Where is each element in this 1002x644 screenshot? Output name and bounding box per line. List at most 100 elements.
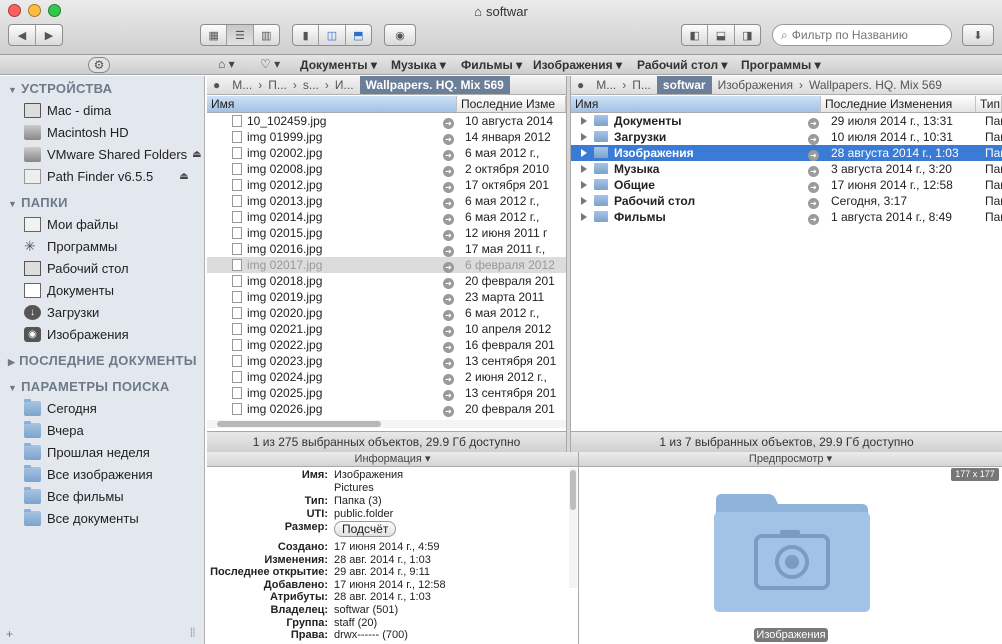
reveal-arrow-icon[interactable]: ➜ — [443, 177, 457, 193]
sidebar-item-applications[interactable]: ✳ Программы — [24, 236, 204, 256]
sidebar-item-pictures[interactable]: ◉ Изображения — [24, 324, 204, 344]
favbar-item-pictures[interactable]: Изображения ▾ — [533, 58, 622, 72]
folder-row[interactable]: Документы ➜ 29 июля 2014 г., 13:31 Пап — [571, 113, 1002, 129]
sidebar-section-recent-documents[interactable]: ▶ ПОСЛЕДНИЕ ДОКУМЕНТЫ — [8, 353, 197, 368]
reveal-arrow-icon[interactable]: ➜ — [443, 385, 457, 401]
file-row[interactable]: img 02016.jpg ➜ 17 мая 2011 г., — [207, 241, 566, 257]
file-row[interactable]: 10_102459.jpg ➜ 10 августа 2014 — [207, 113, 566, 129]
sidebar-item-last-week[interactable]: Прошлая неделя — [24, 442, 204, 462]
sidebar-section-devices[interactable]: ▼ УСТРОЙСТВА — [8, 81, 112, 96]
disclosure-triangle-icon[interactable] — [581, 145, 591, 161]
favbar-item-music[interactable]: Музыка ▾ — [391, 58, 446, 72]
quick-look-button[interactable]: ◉ — [384, 24, 416, 46]
eject-icon[interactable]: ⏏ — [192, 149, 201, 160]
calculate-size-button[interactable]: Подсчёт — [334, 521, 397, 537]
column-view-button[interactable]: ▥ — [254, 25, 279, 45]
path-crumb-current[interactable]: softwar — [656, 76, 712, 94]
file-row[interactable]: img 02023.jpg ➜ 13 сентября 201 — [207, 353, 566, 369]
reveal-arrow-icon[interactable]: ➜ — [443, 401, 457, 417]
file-row[interactable]: img 02022.jpg ➜ 16 февраля 201 — [207, 337, 566, 353]
resize-handle-icon[interactable]: || — [190, 627, 195, 638]
list-view-button[interactable]: ☰ — [227, 25, 254, 45]
download-button[interactable]: ⬇ — [962, 24, 994, 46]
sidebar-item-all-documents[interactable]: Все документы — [24, 508, 204, 528]
file-row[interactable]: img 02008.jpg ➜ 2 октября 2010 — [207, 161, 566, 177]
left-drawer-button[interactable]: ◧ — [682, 25, 709, 45]
scroll-thumb[interactable] — [570, 470, 576, 510]
reveal-arrow-icon[interactable]: ➜ — [443, 273, 457, 289]
sidebar-item-downloads[interactable]: ↓ Загрузки — [24, 302, 204, 322]
file-row[interactable]: img 02020.jpg ➜ 6 мая 2012 г., — [207, 305, 566, 321]
path-crumb[interactable]: s... — [297, 76, 325, 94]
folder-row[interactable]: Загрузки ➜ 10 июля 2014 г., 10:31 Пап — [571, 129, 1002, 145]
disclosure-triangle-icon[interactable] — [581, 193, 591, 209]
file-row[interactable]: img 02013.jpg ➜ 6 мая 2012 г., — [207, 193, 566, 209]
path-crumb[interactable]: П... — [626, 76, 657, 94]
reveal-arrow-icon[interactable]: ➜ — [443, 161, 457, 177]
file-row[interactable]: img 02019.jpg ➜ 23 марта 2011 — [207, 289, 566, 305]
reveal-arrow-icon[interactable]: ➜ — [443, 321, 457, 337]
back-button[interactable]: ◀ — [9, 25, 36, 45]
file-row[interactable]: img 02021.jpg ➜ 10 апреля 2012 — [207, 321, 566, 337]
filter-input[interactable] — [791, 28, 942, 42]
reveal-arrow-icon[interactable]: ➜ — [808, 129, 822, 145]
path-crumb[interactable]: Wallpapers. HQ. Mix 569 — [803, 76, 948, 94]
column-header-name[interactable]: Имя — [207, 96, 457, 112]
file-row[interactable]: img 02002.jpg ➜ 6 мая 2012 г., — [207, 145, 566, 161]
eject-icon[interactable]: ⏏ — [179, 171, 188, 182]
action-gear-button[interactable]: ⚙ — [88, 57, 110, 73]
sidebar-item-vmware-shared[interactable]: VMware Shared Folders ⏏ — [24, 144, 204, 164]
folder-row[interactable]: Общие ➜ 17 июня 2014 г., 12:58 Пап — [571, 177, 1002, 193]
file-row[interactable]: img 02024.jpg ➜ 2 июня 2012 г., — [207, 369, 566, 385]
sidebar-item-path-finder[interactable]: Path Finder v6.5.5 ⏏ — [24, 166, 204, 186]
reveal-arrow-icon[interactable]: ➜ — [443, 337, 457, 353]
single-pane-button[interactable]: ▮ — [293, 25, 320, 45]
reveal-arrow-icon[interactable]: ➜ — [808, 161, 822, 177]
file-row[interactable]: img 02025.jpg ➜ 13 сентября 201 — [207, 385, 566, 401]
folder-row[interactable]: Изображения ➜ 28 августа 2014 г., 1:03 Пап — [571, 145, 1002, 161]
sidebar-item-today[interactable]: Сегодня — [24, 398, 204, 418]
reveal-arrow-icon[interactable]: ➜ — [443, 241, 457, 257]
favbar-item-movies[interactable]: Фильмы ▾ — [461, 58, 522, 72]
reveal-arrow-icon[interactable]: ➜ — [443, 209, 457, 225]
left-horizontal-scrollbar[interactable] — [207, 420, 566, 428]
path-crumb[interactable]: М... — [590, 76, 622, 94]
file-row[interactable]: img 02017.jpg ➜ 6 февраля 2012 — [207, 257, 566, 273]
home-favorite-button[interactable]: ⌂ ▾ — [218, 57, 235, 71]
sidebar-item-macintosh-hd[interactable]: Macintosh HD — [24, 122, 204, 142]
dual-pane-horizontal-button[interactable]: ⬒ — [346, 25, 371, 45]
info-scrollbar[interactable] — [569, 468, 577, 588]
file-row[interactable]: img 02014.jpg ➜ 6 мая 2012 г., — [207, 209, 566, 225]
reveal-arrow-icon[interactable]: ➜ — [443, 369, 457, 385]
path-crumb[interactable]: П... — [262, 76, 293, 94]
reveal-arrow-icon[interactable]: ➜ — [808, 177, 822, 193]
file-row[interactable]: img 02015.jpg ➜ 12 июня 2011 г — [207, 225, 566, 241]
file-row[interactable]: img 02026.jpg ➜ 20 февраля 201 — [207, 401, 566, 417]
sidebar-section-folders[interactable]: ▼ ПАПКИ — [8, 195, 68, 210]
reveal-arrow-icon[interactable]: ➜ — [443, 193, 457, 209]
reveal-arrow-icon[interactable]: ➜ — [443, 289, 457, 305]
column-header-type[interactable]: Тип — [976, 96, 1002, 112]
sidebar-item-my-files[interactable]: Мои файлы — [24, 214, 204, 234]
folder-row[interactable]: Музыка ➜ 3 августа 2014 г., 3:20 Пап — [571, 161, 1002, 177]
path-crumb[interactable]: Изображения — [712, 76, 799, 94]
file-row[interactable]: img 01999.jpg ➜ 14 января 2012 — [207, 129, 566, 145]
bottom-drawer-button[interactable]: ⬓ — [708, 25, 735, 45]
reveal-arrow-icon[interactable]: ➜ — [443, 225, 457, 241]
favbar-item-desktop[interactable]: Рабочий стол ▾ — [637, 58, 727, 72]
sidebar-item-mac[interactable]: Mac - dima — [24, 100, 204, 120]
folder-row[interactable]: Рабочий стол ➜ Сегодня, 3:17 Пап — [571, 193, 1002, 209]
reveal-arrow-icon[interactable]: ➜ — [443, 113, 457, 129]
disclosure-triangle-icon[interactable] — [581, 129, 591, 145]
disclosure-triangle-icon[interactable] — [581, 161, 591, 177]
reveal-arrow-icon[interactable]: ➜ — [808, 193, 822, 209]
apple-icon[interactable]: ● — [207, 76, 226, 94]
sidebar-item-all-movies[interactable]: Все фильмы — [24, 486, 204, 506]
column-header-modified[interactable]: Последние Изме — [457, 96, 566, 112]
reveal-arrow-icon[interactable]: ➜ — [808, 145, 822, 161]
favorites-heart-button[interactable]: ♡ ▾ — [260, 57, 280, 71]
reveal-arrow-icon[interactable]: ➜ — [808, 209, 822, 225]
reveal-arrow-icon[interactable]: ➜ — [443, 257, 457, 273]
filter-search-field[interactable]: ⌕ — [772, 24, 952, 46]
disclosure-triangle-icon[interactable] — [581, 113, 591, 129]
